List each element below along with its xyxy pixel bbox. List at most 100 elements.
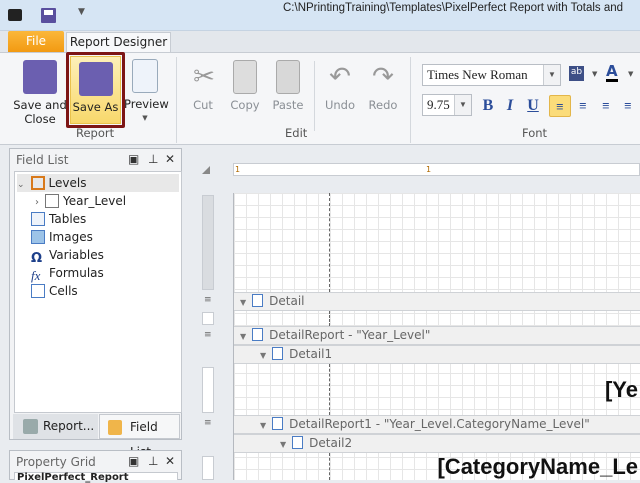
collapse-icon[interactable]: ▼ xyxy=(240,328,246,345)
tree-item-tables[interactable]: Tables xyxy=(31,210,86,228)
cut-button[interactable]: ✂ Cut xyxy=(187,58,219,112)
tree-item-year-level[interactable]: › Year_Level xyxy=(35,192,126,210)
tab-report-explorer[interactable]: Report... xyxy=(13,414,98,439)
copy-icon xyxy=(233,60,257,94)
cells-icon xyxy=(31,284,45,298)
band-icon xyxy=(292,436,304,449)
band-resize-grip[interactable]: ≡ xyxy=(204,418,212,428)
band-detail-report1[interactable]: ▼ DetailReport1 - "Year_Level.CategoryNam… xyxy=(234,415,640,434)
redo-button[interactable]: ↷ Redo xyxy=(365,58,401,112)
chevron-down-icon[interactable]: ▼ xyxy=(454,95,471,115)
margin-line xyxy=(329,193,330,292)
save-close-icon xyxy=(23,60,57,94)
font-size-combo[interactable]: 9.75 ▼ xyxy=(422,94,472,116)
vertical-ruler-segment xyxy=(202,195,214,290)
underline-button[interactable]: U xyxy=(522,95,544,117)
paste-icon xyxy=(276,60,300,94)
formula-icon: fx xyxy=(31,268,41,283)
quick-save-icon[interactable] xyxy=(41,8,56,23)
report-explorer-icon xyxy=(23,419,38,434)
customize-toolbar-icon[interactable]: ▼ xyxy=(78,7,85,17)
tab-report-designer[interactable]: Report Designer xyxy=(66,32,171,53)
report-group-label: Report xyxy=(76,126,115,140)
level-icon xyxy=(45,194,59,208)
band-detail1[interactable]: ▼ Detail1 xyxy=(234,345,640,364)
italic-button[interactable]: I xyxy=(499,95,521,117)
paste-button[interactable]: Paste xyxy=(272,58,304,112)
save-as-button[interactable]: Save As xyxy=(70,56,121,124)
image-icon xyxy=(31,230,45,244)
tree-item-formulas[interactable]: fx Formulas xyxy=(31,264,104,283)
maximize-icon[interactable]: ▣ xyxy=(128,152,139,166)
field-list-title: Field List xyxy=(16,153,69,167)
justify-button[interactable]: ≡ xyxy=(617,95,639,117)
tree-item-levels[interactable]: ⌄ Levels xyxy=(17,174,179,192)
margin-line xyxy=(329,311,330,326)
align-left-button[interactable]: ≡ xyxy=(549,95,571,117)
redo-icon: ↷ xyxy=(372,62,394,92)
field-tree: ⌄ Levels › Year_Level Tables Images Ω Varia… xyxy=(14,171,182,413)
undo-button[interactable]: ↶ Undo xyxy=(322,58,358,112)
field-list-icon xyxy=(108,420,122,435)
omega-icon: Ω xyxy=(31,251,43,266)
property-grid-object-select[interactable]: PixelPerfect_Report xyxy=(14,472,178,483)
band-icon xyxy=(272,417,284,430)
window-title: C:\NPrintingTraining\Templates\PixelPerf… xyxy=(283,2,624,14)
margin-line xyxy=(329,453,330,480)
font-color-button[interactable]: A xyxy=(606,64,618,82)
undo-icon: ↶ xyxy=(329,62,351,92)
font-group-label: Font xyxy=(522,126,548,140)
vertical-ruler-segment xyxy=(202,456,214,480)
app-icon[interactable] xyxy=(8,9,22,21)
band-detail2[interactable]: ▼ Detail2 xyxy=(234,434,640,453)
margin-line xyxy=(329,364,330,415)
tree-item-images[interactable]: Images xyxy=(31,228,93,246)
chevron-down-icon[interactable]: ▼ xyxy=(628,70,633,78)
save-as-icon xyxy=(78,62,113,96)
highlight-color-button[interactable]: ab xyxy=(569,66,584,81)
close-icon[interactable]: ✕ xyxy=(165,454,175,468)
collapse-icon[interactable]: ▼ xyxy=(240,294,246,311)
copy-button[interactable]: Copy xyxy=(229,58,261,112)
table-icon xyxy=(31,212,45,226)
horizontal-ruler: 1 1 xyxy=(233,163,640,176)
align-right-button[interactable]: ≡ xyxy=(595,95,617,117)
band-detail-report[interactable]: ▼ DetailReport - "Year_Level" xyxy=(234,326,640,345)
pin-icon[interactable]: ⊥ xyxy=(148,454,158,468)
band-resize-grip[interactable]: ≡ xyxy=(204,330,212,340)
edit-group-label: Edit xyxy=(285,126,308,140)
save-and-close-button[interactable]: Save and Close xyxy=(12,58,68,126)
band-icon xyxy=(252,328,264,341)
preview-button[interactable]: Preview ▼ xyxy=(124,57,169,125)
vertical-ruler-segment xyxy=(202,312,214,325)
preview-icon xyxy=(132,59,158,93)
band-icon xyxy=(252,294,264,307)
tree-item-cells[interactable]: Cells xyxy=(31,282,78,300)
chevron-down-icon[interactable]: ▼ xyxy=(543,65,560,85)
ruler-corner-icon xyxy=(202,166,210,174)
vertical-ruler-segment xyxy=(202,367,214,413)
bold-button[interactable]: B xyxy=(477,95,499,117)
font-name-combo[interactable]: Times New Roman ▼ xyxy=(422,64,561,86)
scissors-icon: ✂ xyxy=(193,62,215,92)
field-list-panel: Field List ▣ ⊥ ✕ ⌄ Levels › Year_Level Tab… xyxy=(9,148,182,459)
collapse-icon[interactable]: ▼ xyxy=(280,436,286,453)
year-level-field[interactable]: [Ye xyxy=(605,378,638,402)
tab-file[interactable]: File xyxy=(8,31,64,52)
collapse-icon[interactable]: ▼ xyxy=(260,347,266,364)
chevron-right-icon[interactable]: › xyxy=(35,197,39,208)
chevron-down-icon[interactable]: ⌄ xyxy=(17,180,25,190)
pin-icon[interactable]: ⊥ xyxy=(148,152,158,166)
align-center-button[interactable]: ≡ xyxy=(572,95,594,117)
maximize-icon[interactable]: ▣ xyxy=(128,454,139,468)
band-icon xyxy=(272,347,284,360)
levels-icon xyxy=(30,176,45,190)
chevron-down-icon[interactable]: ▼ xyxy=(592,70,597,78)
tab-field-list[interactable]: Field List xyxy=(99,414,180,459)
close-icon[interactable]: ✕ xyxy=(165,152,175,166)
tree-item-variables[interactable]: Ω Variables xyxy=(31,246,104,266)
collapse-icon[interactable]: ▼ xyxy=(260,417,266,434)
band-detail[interactable]: ▼ Detail xyxy=(234,292,640,311)
category-name-field[interactable]: [CategoryName_Le xyxy=(437,455,638,479)
band-resize-grip[interactable]: ≡ xyxy=(204,295,212,305)
